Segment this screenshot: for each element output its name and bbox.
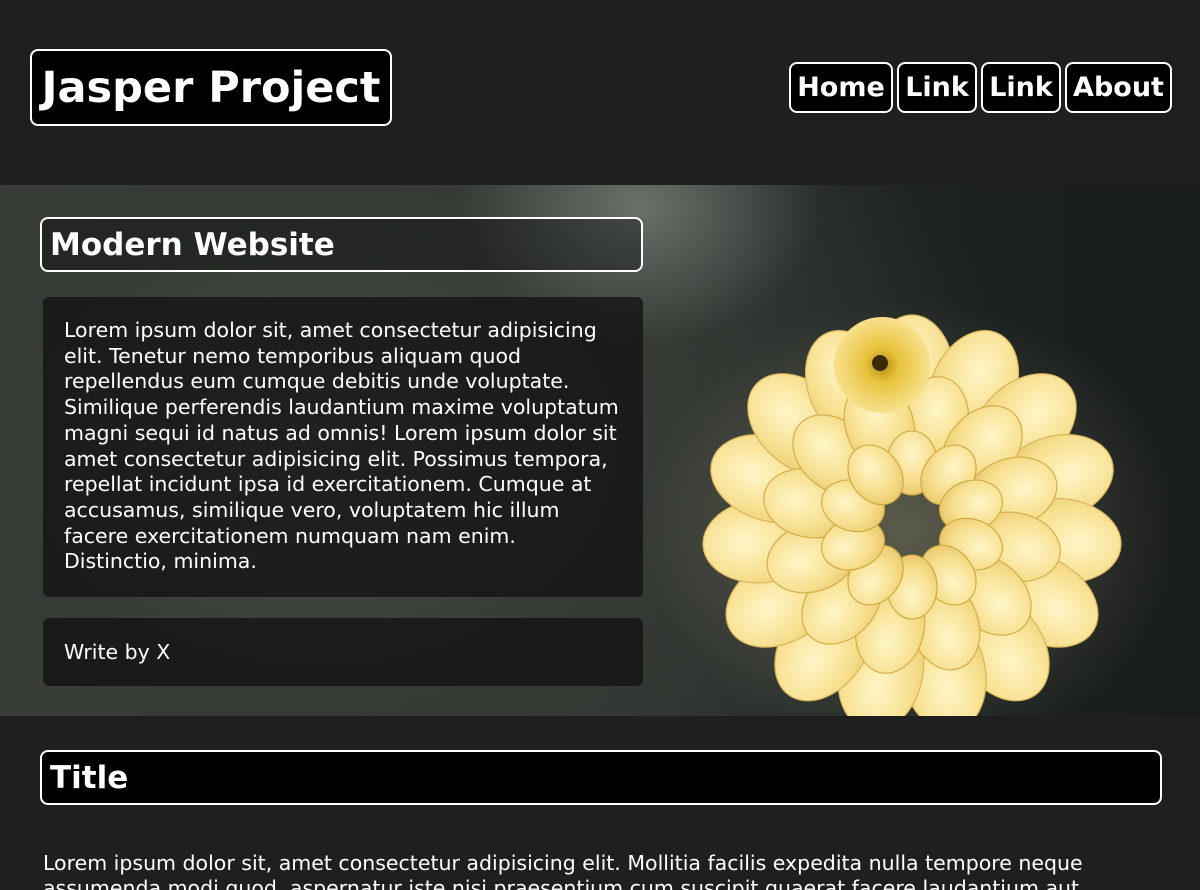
nav-link-link-2[interactable]: Link bbox=[981, 62, 1061, 113]
nav-link-link-1[interactable]: Link bbox=[897, 62, 977, 113]
site-header: Jasper Project Home Link Link About bbox=[0, 0, 1200, 185]
hero-author: Write by X bbox=[43, 618, 643, 686]
main-nav: Home Link Link About bbox=[789, 62, 1172, 113]
content-section: Title Lorem ipsum dolor sit, amet consec… bbox=[0, 716, 1200, 890]
brand-title[interactable]: Jasper Project bbox=[30, 49, 392, 126]
hero-section: Modern Website Lorem ipsum dolor sit, am… bbox=[0, 185, 1200, 716]
nav-link-about[interactable]: About bbox=[1065, 62, 1172, 113]
dahlia-icon bbox=[642, 300, 1182, 716]
hero-description: Lorem ipsum dolor sit, amet consectetur … bbox=[43, 297, 643, 597]
section-paragraph: Lorem ipsum dolor sit, amet consectetur … bbox=[43, 850, 1083, 890]
section-title: Title bbox=[40, 750, 1162, 805]
hero-title: Modern Website bbox=[40, 217, 643, 272]
nav-link-home[interactable]: Home bbox=[789, 62, 893, 113]
